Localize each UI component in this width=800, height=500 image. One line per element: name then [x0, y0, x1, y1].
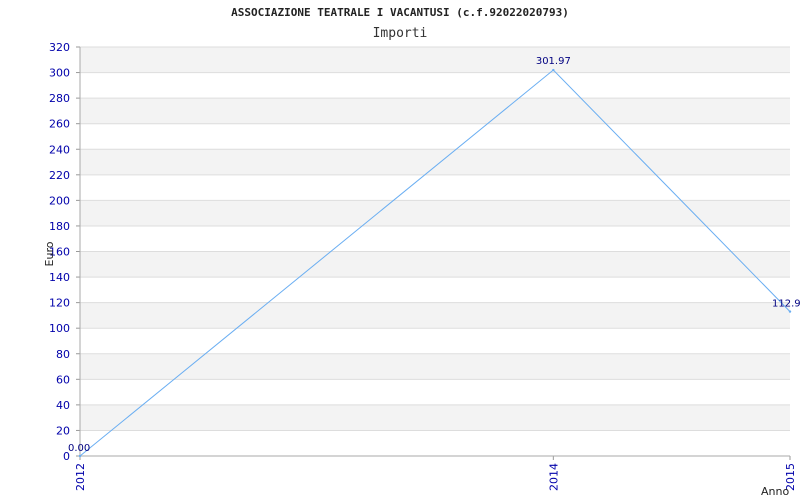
grid-band	[80, 123, 790, 150]
y-tick-label: 200	[49, 194, 70, 207]
grid-band	[80, 251, 790, 278]
data-label: 301.97	[536, 56, 571, 67]
y-tick-label: 280	[49, 92, 70, 105]
x-tick-label: 2014	[547, 463, 560, 491]
line-chart: 0204060801001201401601802002202402602803…	[43, 6, 800, 498]
y-tick-label: 140	[49, 271, 70, 284]
grid-band	[80, 98, 790, 124]
grid-band	[80, 353, 790, 380]
y-tick-label: 180	[49, 220, 70, 233]
data-label: 112.98	[772, 299, 800, 310]
y-tick-label: 100	[49, 322, 70, 335]
grid-band	[80, 379, 790, 405]
chart-subtitle: Importi	[373, 26, 428, 41]
grid-band	[80, 149, 790, 175]
y-tick-label: 60	[56, 373, 70, 386]
grid-band	[80, 404, 790, 431]
y-tick-label: 80	[56, 348, 70, 361]
data-point	[788, 310, 792, 313]
grid-band	[80, 225, 790, 252]
y-tick-label: 240	[49, 143, 70, 156]
grid-band	[80, 328, 790, 354]
y-tick-label: 260	[49, 118, 70, 131]
data-label: 0.00	[68, 443, 90, 454]
y-tick-label: 300	[49, 67, 70, 80]
grid-band	[80, 47, 790, 73]
grid-band	[80, 200, 790, 226]
y-tick-label: 320	[49, 41, 70, 54]
x-tick-label: 2012	[74, 463, 87, 491]
grid-band	[80, 72, 790, 99]
grid-band	[80, 277, 790, 303]
grid-band	[80, 302, 790, 329]
y-axis-label: Euro	[43, 241, 56, 266]
x-axis-label: Anno	[761, 485, 789, 498]
grid-band	[80, 174, 790, 201]
data-point	[552, 68, 555, 72]
y-tick-label: 120	[49, 297, 70, 310]
y-tick-label: 220	[49, 169, 70, 182]
grid-band	[80, 430, 790, 456]
chart-title: ASSOCIAZIONE TEATRALE I VACANTUSI (c.f.9…	[231, 6, 569, 19]
y-tick-label: 20	[56, 424, 70, 437]
x-axis-ticks: 2012 2014 2015	[74, 456, 797, 491]
data-point	[78, 454, 82, 458]
y-tick-label: 40	[56, 399, 70, 412]
